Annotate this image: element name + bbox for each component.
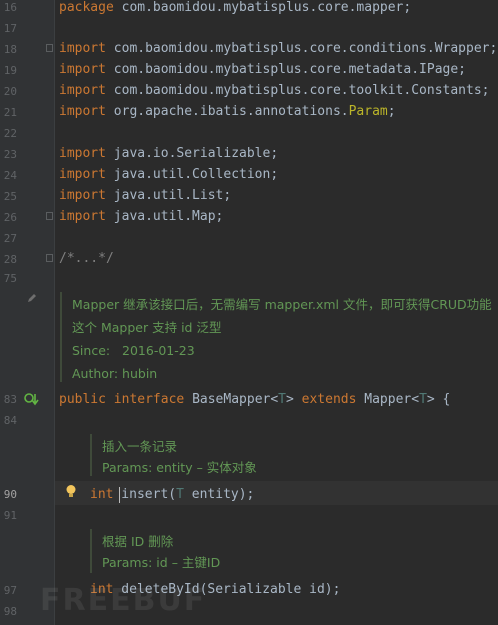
fold-toggle-icon[interactable] xyxy=(46,44,53,52)
delete-doc-line: 根据 ID 删除 xyxy=(102,534,174,549)
folded-comment[interactable]: /*...*/ xyxy=(59,251,114,267)
doc-comment-bar xyxy=(60,292,62,382)
code-line-18: import com.baomidou.mybatisplus.core.con… xyxy=(59,41,498,56)
class-doc-line: 这个 Mapper 支持 id 泛型 xyxy=(72,320,222,335)
implemented-gutter-icon[interactable] xyxy=(24,392,40,406)
line-number: 27 xyxy=(3,232,17,245)
line-number: 19 xyxy=(3,64,17,77)
freebuf-watermark: FREEBUF xyxy=(40,583,207,618)
fold-toggle-icon[interactable] xyxy=(46,254,53,262)
code-line-90: int insert(T entity); xyxy=(90,487,255,502)
text-caret xyxy=(119,487,120,503)
line-number: 28 xyxy=(3,253,17,266)
line-number: 17 xyxy=(3,22,17,35)
line-number: 16 xyxy=(3,1,17,14)
code-line-26: import java.util.Map; xyxy=(59,209,224,224)
class-doc-line: Mapper 继承该接口后，无需编写 mapper.xml 文件，即可获得CRU… xyxy=(72,297,492,312)
line-number: 18 xyxy=(3,43,17,56)
code-line-25: import java.util.List; xyxy=(59,188,232,203)
line-number: 24 xyxy=(3,169,17,182)
fold-toggle-icon[interactable] xyxy=(46,212,53,220)
line-number: 22 xyxy=(3,127,17,140)
doc-comment-bar xyxy=(90,434,92,476)
line-number: 20 xyxy=(3,85,17,98)
class-doc-since: Since: 2016-01-23 xyxy=(72,343,195,358)
line-number: 83 xyxy=(3,393,17,406)
line-number: 21 xyxy=(3,106,17,119)
line-number-current: 90 xyxy=(3,488,17,501)
gutter-separator xyxy=(54,0,55,625)
line-number: 97 xyxy=(3,584,17,597)
line-number: 98 xyxy=(3,605,17,618)
doc-comment-bar xyxy=(90,529,92,573)
edit-pencil-icon[interactable] xyxy=(26,292,38,304)
code-line-83: public interface BaseMapper<T> extends M… xyxy=(59,392,451,407)
delete-doc-params: Params: id – 主键ID xyxy=(102,555,221,570)
line-number: 25 xyxy=(3,190,17,203)
code-line-19: import com.baomidou.mybatisplus.core.met… xyxy=(59,62,466,77)
insert-doc-line: 插入一条记录 xyxy=(102,439,178,454)
code-line-21: import org.apache.ibatis.annotations.Par… xyxy=(59,104,396,119)
code-line-20: import com.baomidou.mybatisplus.core.too… xyxy=(59,83,490,98)
line-number: 84 xyxy=(3,414,17,427)
code-line-24: import java.util.Collection; xyxy=(59,167,279,182)
line-number: 26 xyxy=(3,211,17,224)
insert-doc-params: Params: entity – 实体对象 xyxy=(102,460,257,475)
code-line-23: import java.io.Serializable; xyxy=(59,146,279,161)
line-number: 23 xyxy=(3,148,17,161)
line-number: 75 xyxy=(3,272,17,285)
lightbulb-intention-icon[interactable] xyxy=(65,484,77,499)
line-number: 91 xyxy=(3,509,17,522)
class-doc-author: Author: hubin xyxy=(72,366,158,381)
code-line-16: package com.baomidou.mybatisplus.core.ma… xyxy=(59,0,412,15)
